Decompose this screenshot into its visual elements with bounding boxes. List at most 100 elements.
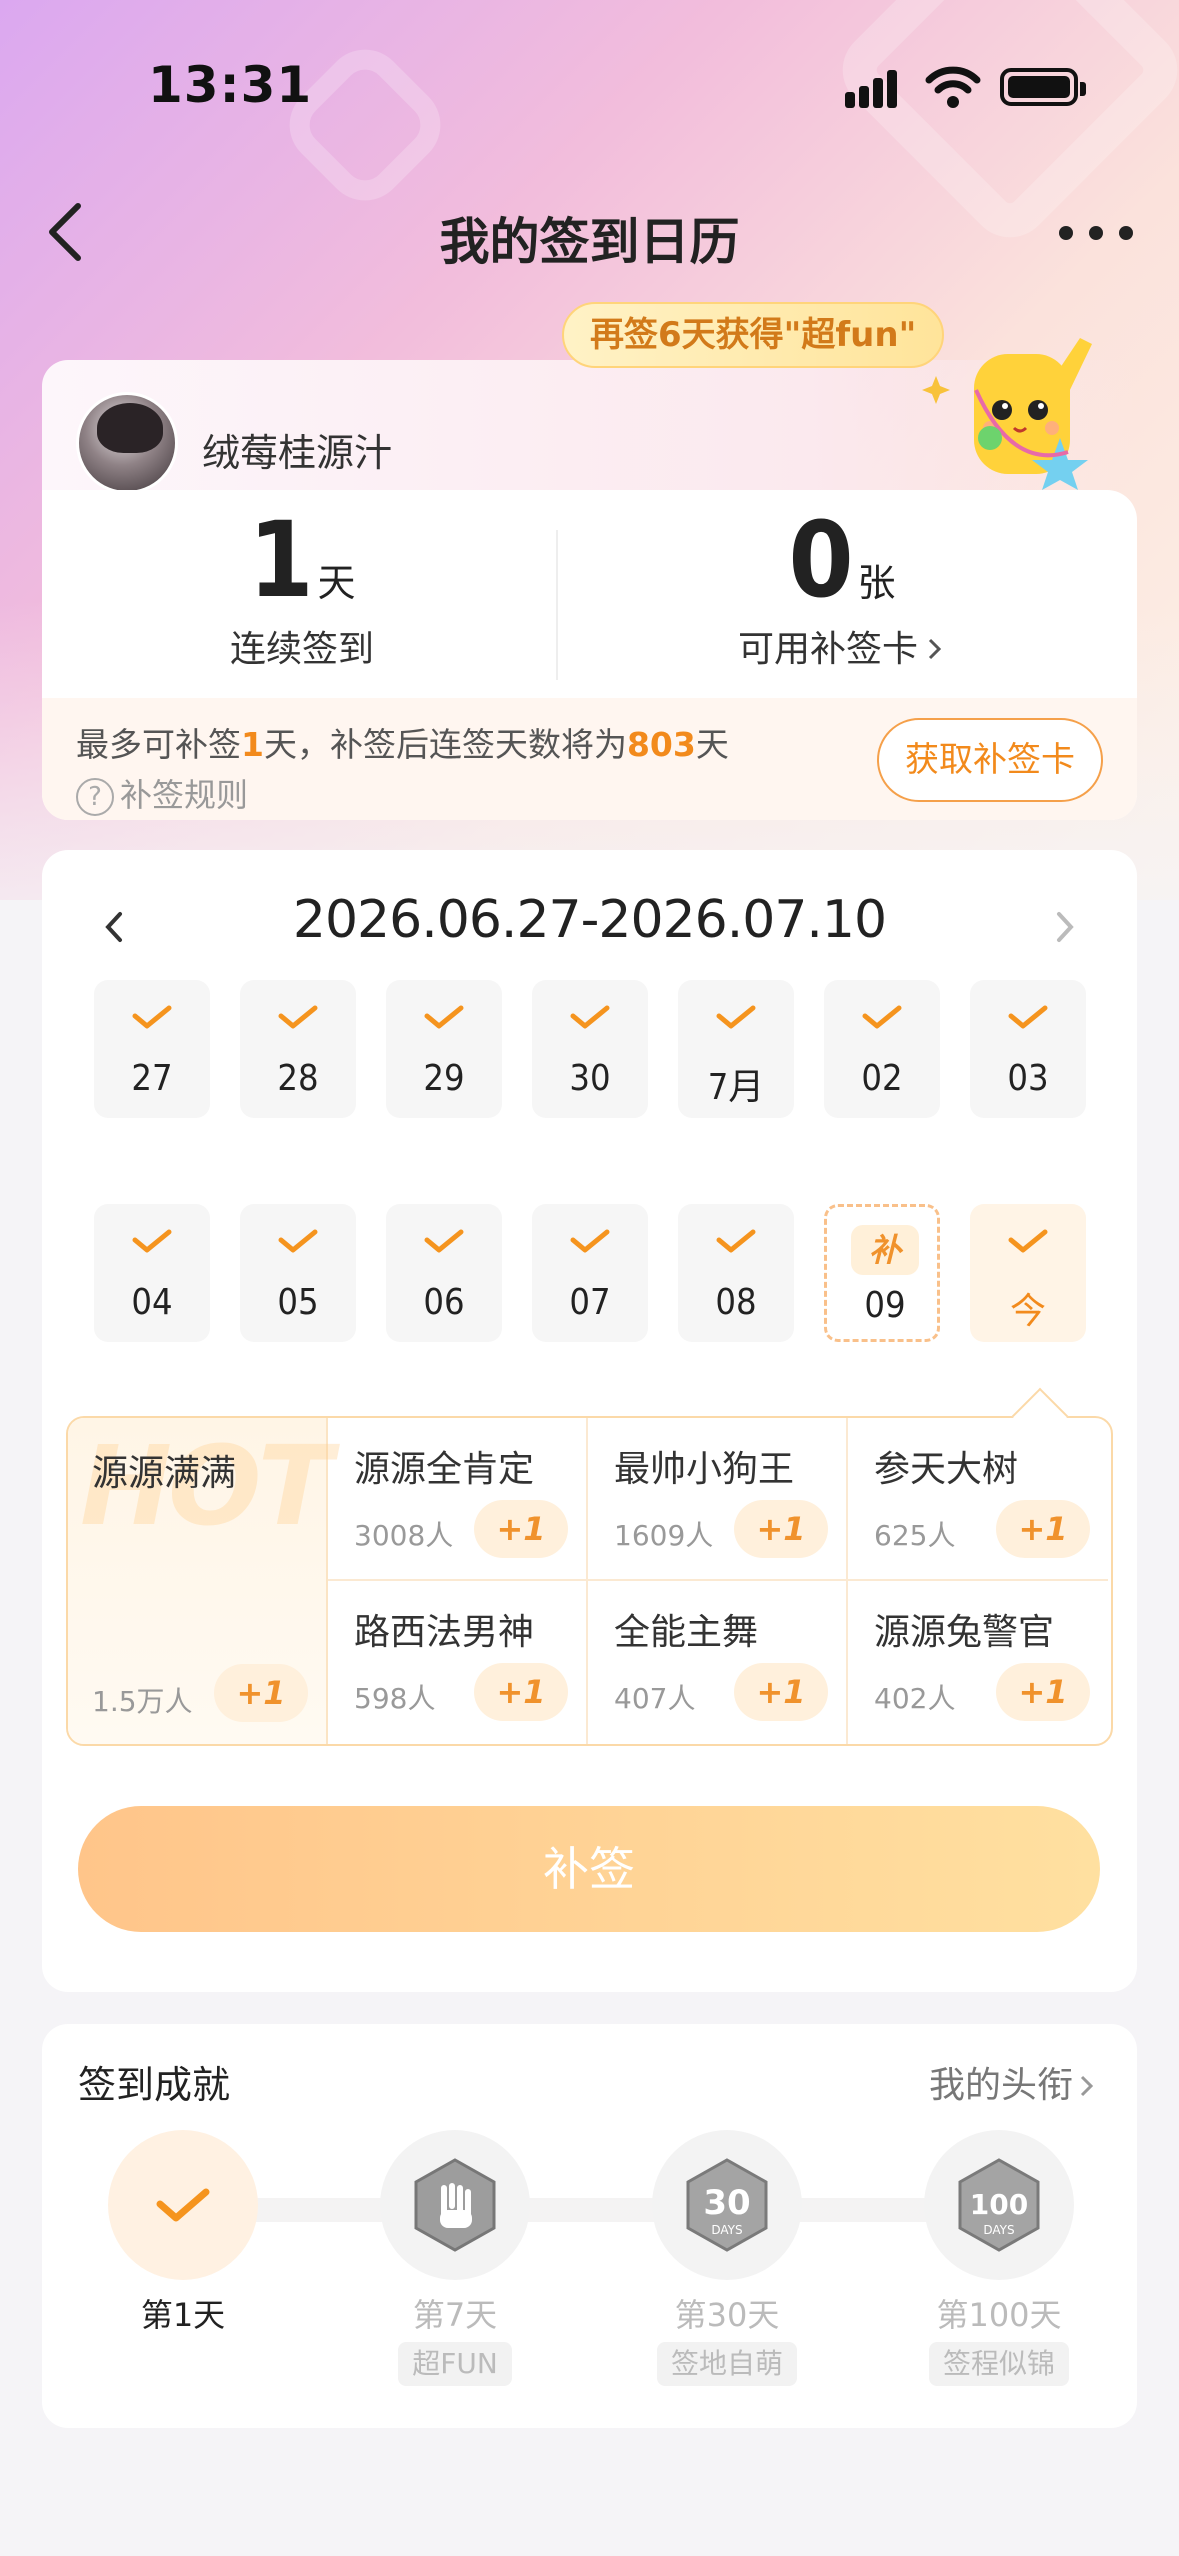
chevron-right-icon bbox=[928, 638, 942, 660]
day-cell[interactable]: 28 bbox=[240, 980, 356, 1118]
day-cell[interactable]: 27 bbox=[94, 980, 210, 1118]
question-icon: ? bbox=[76, 778, 114, 816]
cellular-signal-icon bbox=[845, 68, 905, 108]
achievement-day-100[interactable]: 100 DAYS 第100天 签程似锦 bbox=[924, 2130, 1074, 2386]
title-name: 路西法男神 bbox=[354, 1612, 535, 1653]
day-cell[interactable]: 03 bbox=[970, 980, 1086, 1118]
wifi-icon bbox=[925, 66, 981, 108]
battery-icon bbox=[1000, 68, 1086, 106]
achievements-card: 签到成就 我的头衔 第1天 第7天 超FUN 30 DAYS 第30天 签地自萌… bbox=[42, 2024, 1137, 2428]
achievement-day-label: 第1天 bbox=[140, 2296, 226, 2334]
day-number: 05 bbox=[277, 1282, 319, 1323]
day-cell[interactable]: 29 bbox=[386, 980, 502, 1118]
day-cell[interactable]: 08 bbox=[678, 1204, 794, 1342]
makeup-info: 最多可补签1天，补签后连签天数将为803天 ? 补签规则 获取补签卡 bbox=[42, 698, 1137, 820]
title-count: 402人 bbox=[874, 1682, 956, 1715]
check-icon bbox=[424, 1229, 464, 1253]
my-titles-link[interactable]: 我的头衔 bbox=[929, 2056, 1097, 2108]
achievement-day-label: 第100天 bbox=[936, 2296, 1062, 2334]
profile-card: 绒莓桂源汁 1天 连续签到 0张 可用补签卡 最多可补签1天，补签后连签天数将为… bbox=[42, 302, 1137, 820]
title-name: 源源兔警官 bbox=[874, 1612, 1055, 1653]
plus-one-button[interactable]: +1 bbox=[214, 1664, 308, 1722]
achievement-tag: 签地自萌 bbox=[656, 2342, 797, 2386]
status-bar: 13:31 bbox=[0, 0, 1179, 150]
achievement-day-30[interactable]: 30 DAYS 第30天 签地自萌 bbox=[652, 2130, 802, 2386]
day-number: 08 bbox=[715, 1282, 757, 1323]
title-name: 源源全肯定 bbox=[354, 1449, 535, 1490]
navigation-bar: 我的签到日历 bbox=[0, 180, 1179, 280]
day-number: 03 bbox=[1007, 1058, 1049, 1099]
makeup-sign-button[interactable]: 补签 bbox=[78, 1806, 1100, 1932]
title-option: 全能主舞 407人 +1 bbox=[588, 1581, 848, 1744]
day-number: 06 bbox=[423, 1282, 465, 1323]
title-name: 全能主舞 bbox=[614, 1612, 759, 1653]
makeup-day-badge: 补 bbox=[851, 1225, 919, 1275]
streak-value: 1 bbox=[248, 499, 314, 621]
page-title: 我的签到日历 bbox=[439, 213, 740, 271]
day-number: 27 bbox=[131, 1058, 173, 1099]
get-makeup-card-button[interactable]: 获取补签卡 bbox=[877, 718, 1103, 802]
next-week-icon[interactable] bbox=[1039, 902, 1089, 952]
today-label: 今 bbox=[1009, 1291, 1046, 1332]
streak-label: 连续签到 bbox=[229, 629, 374, 670]
plus-one-button[interactable]: +1 bbox=[474, 1500, 568, 1558]
svg-text:100: 100 bbox=[970, 2188, 1028, 2221]
title-option: 路西法男神 598人 +1 bbox=[328, 1581, 588, 1744]
makeup-cards-stat[interactable]: 0张 可用补签卡 bbox=[582, 500, 1102, 672]
achievement-day-7[interactable]: 第7天 超FUN bbox=[380, 2130, 530, 2386]
stat-divider bbox=[556, 530, 558, 680]
title-count: 1609人 bbox=[614, 1519, 714, 1552]
plus-one-button[interactable]: +1 bbox=[734, 1500, 828, 1558]
plus-one-button[interactable]: +1 bbox=[474, 1663, 568, 1721]
check-icon bbox=[278, 1005, 318, 1029]
chevron-right-icon bbox=[1080, 2075, 1094, 2097]
avatar[interactable] bbox=[76, 392, 178, 494]
day-cell[interactable]: 06 bbox=[386, 1204, 502, 1342]
check-icon bbox=[132, 1229, 172, 1253]
day-number: 04 bbox=[131, 1282, 173, 1323]
title-count: 598人 bbox=[354, 1682, 436, 1715]
check-icon bbox=[278, 1229, 318, 1253]
day-cell[interactable]: 05 bbox=[240, 1204, 356, 1342]
plus-one-button[interactable]: +1 bbox=[996, 1663, 1090, 1721]
title-option: 源源全肯定 3008人 +1 bbox=[328, 1418, 588, 1581]
makeup-rules-link[interactable]: ? 补签规则 bbox=[76, 770, 248, 816]
day-number: 07 bbox=[569, 1282, 611, 1323]
title-vote-panel: HOT 源源满满 1.5万人 +1 源源全肯定 3008人 +1 最帅小狗王 1609人… bbox=[66, 1387, 1113, 1746]
check-icon bbox=[156, 2188, 210, 2222]
title-name: 参天大树 bbox=[874, 1449, 1019, 1490]
plus-one-button[interactable]: +1 bbox=[996, 1500, 1090, 1558]
check-icon bbox=[716, 1005, 756, 1029]
check-icon bbox=[1008, 1229, 1048, 1253]
achievement-day-1[interactable]: 第1天 bbox=[108, 2130, 258, 2336]
streak-unit: 天 bbox=[317, 561, 356, 605]
cards-unit: 张 bbox=[857, 561, 896, 605]
rock-hand-badge-icon bbox=[414, 2158, 496, 2252]
day-cell[interactable]: 07 bbox=[532, 1204, 648, 1342]
day-cell[interactable]: 02 bbox=[824, 980, 940, 1118]
check-icon bbox=[1008, 1005, 1048, 1029]
check-icon bbox=[716, 1229, 756, 1253]
today-cell[interactable]: 今 bbox=[970, 1204, 1086, 1342]
achievement-day-label: 第7天 bbox=[412, 2296, 498, 2334]
makeup-day-cell[interactable]: 补 09 bbox=[824, 1204, 940, 1342]
day-cell[interactable]: 30 bbox=[532, 980, 648, 1118]
profile-stats: 1天 连续签到 0张 可用补签卡 最多可补签1天，补签后连签天数将为803天 ?… bbox=[42, 490, 1137, 820]
achievement-day-label: 第30天 bbox=[674, 2296, 780, 2334]
achievement-tag: 超FUN bbox=[398, 2342, 512, 2386]
achievement-tag: 签程似锦 bbox=[928, 2342, 1069, 2386]
title-count: 1.5万人 bbox=[92, 1685, 193, 1718]
title-count: 625人 bbox=[874, 1519, 956, 1552]
title-option: 参天大树 625人 +1 bbox=[848, 1418, 1108, 1581]
day-number: 29 bbox=[423, 1058, 465, 1099]
more-options-icon[interactable] bbox=[1059, 220, 1139, 250]
achievements-title: 签到成就 bbox=[78, 2063, 231, 2107]
cards-value: 0 bbox=[788, 499, 854, 621]
title-option: 源源兔警官 402人 +1 bbox=[848, 1581, 1108, 1744]
day-number: 28 bbox=[277, 1058, 319, 1099]
day-cell[interactable]: 7月 bbox=[678, 980, 794, 1118]
date-range: 2026.06.27-2026.07.10 bbox=[292, 890, 887, 950]
plus-one-button[interactable]: +1 bbox=[734, 1663, 828, 1721]
day-cell[interactable]: 04 bbox=[94, 1204, 210, 1342]
day-number: 02 bbox=[861, 1058, 903, 1099]
